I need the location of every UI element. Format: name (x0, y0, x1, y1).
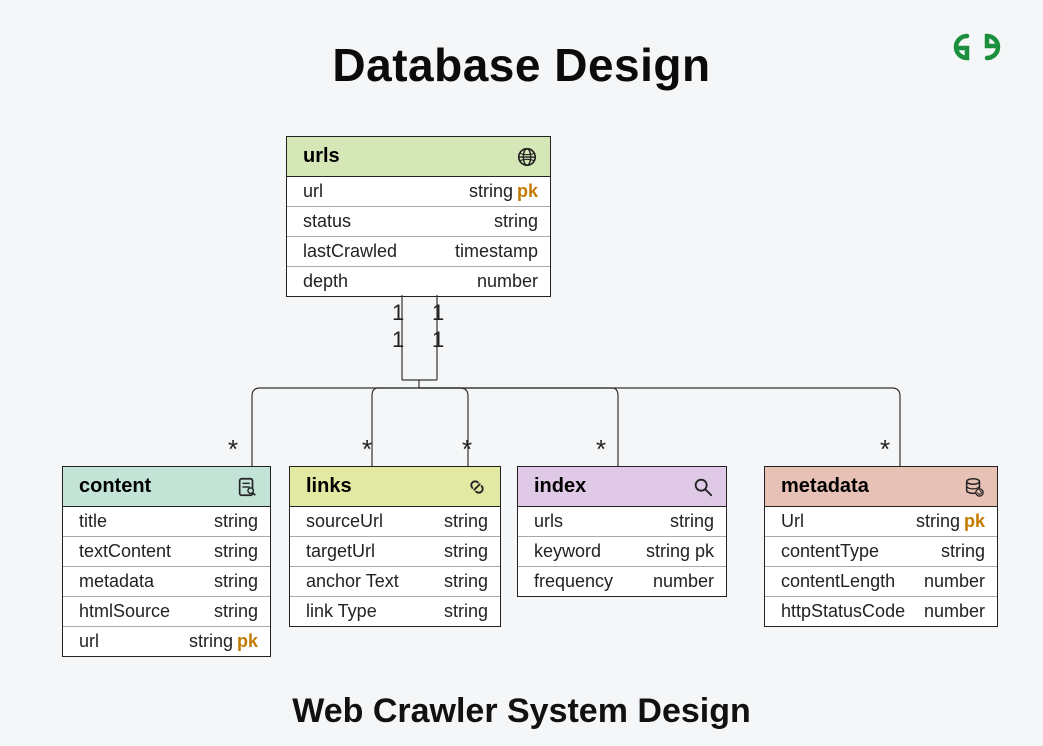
table-row: metadatastring (63, 567, 270, 597)
table-header-metadata: metadata (765, 467, 997, 507)
table-row: urlstringpk (63, 627, 270, 656)
gfg-logo (953, 32, 1001, 62)
cardinality-1: 1 (392, 300, 404, 326)
table-row: urlsstring (518, 507, 726, 537)
table-name: links (306, 475, 352, 498)
table-row: Urlstringpk (765, 507, 997, 537)
table-header-content: content (63, 467, 270, 507)
table-row: sourceUrlstring (290, 507, 500, 537)
table-row: keywordstring pk (518, 537, 726, 567)
cardinality-1: 1 (432, 300, 444, 326)
table-row: targetUrlstring (290, 537, 500, 567)
globe-icon (516, 146, 538, 168)
table-row: depthnumber (287, 267, 550, 296)
table-row: lastCrawledtimestamp (287, 237, 550, 267)
table-row: anchor Textstring (290, 567, 500, 597)
page-subtitle: Web Crawler System Design (0, 692, 1043, 731)
table-header-index: index (518, 467, 726, 507)
table-name: content (79, 475, 151, 498)
table-metadata: metadata Urlstringpk contentTypestring c… (764, 466, 998, 627)
database-icon (963, 476, 985, 498)
search-icon (692, 476, 714, 498)
table-header-links: links (290, 467, 500, 507)
cardinality-1: 1 (432, 327, 444, 353)
document-search-icon (236, 476, 258, 498)
table-name: urls (303, 145, 340, 168)
cardinality-star: * (462, 434, 472, 465)
table-row: frequencynumber (518, 567, 726, 596)
table-row: titlestring (63, 507, 270, 537)
table-content: content titlestring textContentstring me… (62, 466, 271, 657)
cardinality-1: 1 (392, 327, 404, 353)
cardinality-star: * (228, 434, 238, 465)
cardinality-star: * (880, 434, 890, 465)
table-header-urls: urls (287, 137, 550, 177)
cardinality-star: * (362, 434, 372, 465)
table-row: urlstringpk (287, 177, 550, 207)
page-title: Database Design (0, 38, 1043, 92)
table-row: statusstring (287, 207, 550, 237)
table-row: link Typestring (290, 597, 500, 626)
cardinality-star: * (596, 434, 606, 465)
table-urls: urls urlstringpk statusstring lastCrawle… (286, 136, 551, 297)
table-row: contentLengthnumber (765, 567, 997, 597)
table-name: metadata (781, 475, 869, 498)
table-row: httpStatusCodenumber (765, 597, 997, 626)
table-index: index urlsstring keywordstring pk freque… (517, 466, 727, 597)
table-row: htmlSourcestring (63, 597, 270, 627)
link-icon (466, 476, 488, 498)
table-links: links sourceUrlstring targetUrlstring an… (289, 466, 501, 627)
table-row: contentTypestring (765, 537, 997, 567)
table-name: index (534, 475, 586, 498)
table-row: textContentstring (63, 537, 270, 567)
